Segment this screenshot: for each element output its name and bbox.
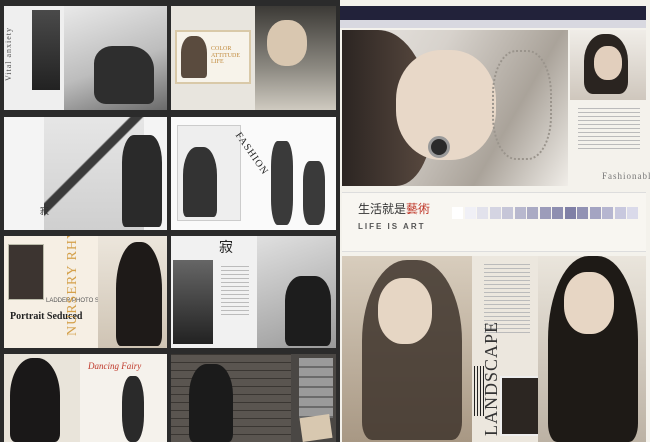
ring-jewelry — [428, 136, 450, 158]
banner-cn-1: 生活就是 — [358, 202, 407, 216]
necklace — [492, 50, 552, 160]
color-swatch — [564, 207, 576, 219]
tile-vertical-text: 寂 — [40, 206, 50, 216]
color-swatch — [527, 207, 538, 219]
collage-tile-1[interactable]: Vital anxiety — [4, 6, 167, 110]
color-swatch — [627, 207, 638, 219]
model-figure-2 — [122, 376, 144, 442]
model-face-left — [378, 278, 432, 344]
top-stripe — [340, 6, 646, 20]
model-portrait — [181, 36, 207, 78]
model-figure — [183, 147, 217, 217]
color-swatch — [614, 207, 626, 219]
color-swatch — [477, 207, 488, 219]
color-swatch — [552, 207, 563, 219]
model-figure — [116, 242, 162, 346]
tile-inset-photo — [8, 244, 44, 300]
model-with-camera — [285, 276, 331, 346]
fashionable-caption: Fashionable — [602, 171, 650, 181]
tile-vertical-char: 寂 — [219, 241, 233, 256]
model-face-right — [564, 272, 614, 334]
right-panel: Fashionable 生活就是藝術 LIFE IS ART LANDSCAPE — [340, 0, 650, 442]
tile-color-attitude: COLOR ATTITUDE LIFE — [211, 46, 240, 66]
tile-vertical-title: Vital anxiety — [4, 26, 14, 82]
collage-tile-4[interactable]: FASHION — [171, 117, 336, 230]
tile-inset — [299, 414, 333, 442]
color-swatch — [514, 207, 526, 219]
tile-photo-left — [173, 260, 213, 344]
tile-text-block — [221, 266, 249, 318]
color-swatch — [577, 207, 588, 219]
color-swatches — [452, 207, 642, 219]
tile-dancing-fairy: Dancing Fairy — [88, 361, 142, 371]
banner-cn-text: 生活就是藝術 — [358, 203, 430, 215]
bottom-spread[interactable]: LANDSCAPE — [342, 256, 646, 442]
color-swatch — [464, 207, 476, 219]
tile-nursery-title: NURSERY RHYME — [65, 236, 80, 336]
color-swatch — [602, 207, 613, 219]
side-text-block — [578, 108, 640, 152]
collage-tile-2[interactable]: COLOR ATTITUDE LIFE — [171, 6, 336, 110]
collage-tile-5[interactable]: LADDER PHOTO STUD Portrait Seduced NURSE… — [4, 236, 167, 348]
tile-photo-strip — [32, 10, 60, 90]
closeup-photo[interactable] — [342, 30, 568, 186]
model-face — [267, 20, 307, 66]
collage-tile-6[interactable]: 寂 — [171, 236, 336, 348]
top-stripe-light — [340, 20, 646, 28]
color-swatch — [539, 207, 551, 219]
landscape-label: LANDSCAPE — [481, 320, 501, 436]
model-figure — [10, 358, 60, 442]
model-figure — [122, 135, 162, 227]
banner-en-text: LIFE IS ART — [358, 222, 426, 231]
collage-tile-3[interactable]: 寂 — [4, 117, 167, 230]
color-swatch — [502, 207, 513, 219]
collage-tile-7[interactable]: Dancing Fairy — [4, 354, 167, 442]
color-swatch — [452, 207, 463, 219]
small-inset-photo — [500, 376, 540, 436]
life-is-art-banner: 生活就是藝術 LIFE IS ART — [342, 192, 646, 252]
side-photo[interactable] — [570, 30, 646, 100]
face-skin — [594, 46, 622, 80]
model-figure-3 — [303, 161, 325, 225]
model-figure-2 — [271, 141, 293, 225]
model-figure — [189, 364, 233, 442]
tile-gray-squares — [299, 358, 333, 418]
color-swatch — [489, 207, 501, 219]
banner-cn-2: 藝術 — [406, 202, 431, 216]
color-swatch — [589, 207, 601, 219]
model-figure — [94, 46, 154, 104]
collage-tile-8[interactable] — [171, 354, 336, 442]
